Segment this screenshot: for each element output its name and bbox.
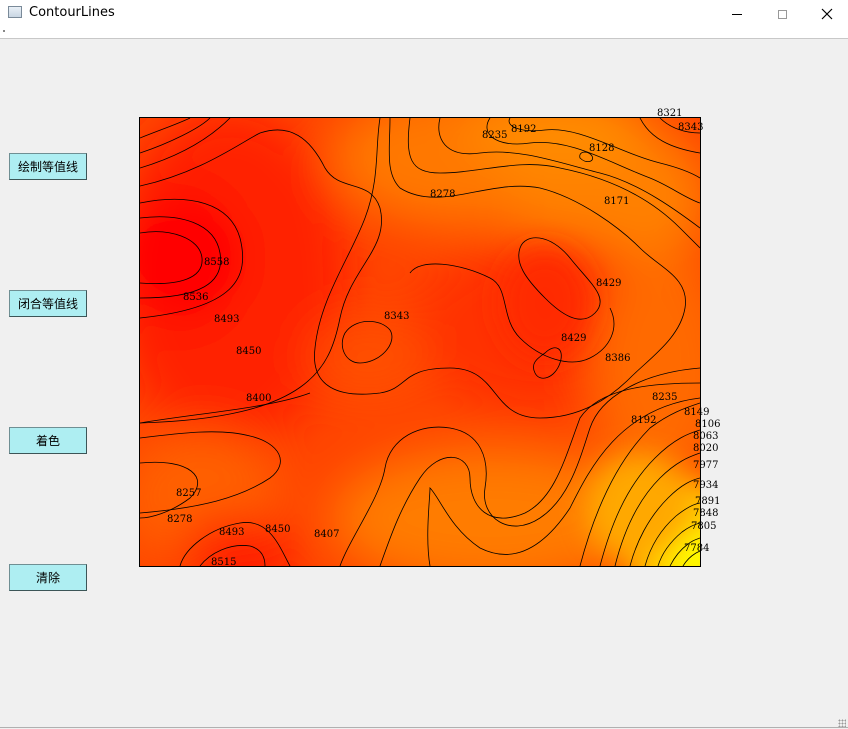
close-contour-button[interactable]: 闭合等值线	[9, 290, 87, 317]
close-icon	[821, 8, 833, 20]
contour-map	[140, 118, 700, 566]
draw-contour-button[interactable]: 绘制等值线	[9, 153, 87, 180]
menu-grip	[3, 30, 5, 32]
status-divider	[0, 727, 848, 728]
app-window-icon	[8, 6, 22, 18]
menu-bar	[0, 28, 848, 39]
color-fill-button[interactable]: 着色	[9, 427, 87, 454]
window-title: ContourLines	[29, 5, 115, 20]
minimize-icon	[732, 13, 742, 15]
maximize-button[interactable]	[759, 0, 805, 28]
minimize-button[interactable]	[714, 0, 760, 28]
close-button[interactable]	[804, 0, 848, 28]
clear-button[interactable]: 清除	[9, 564, 87, 591]
title-bar: ContourLines	[0, 0, 848, 28]
resize-grip-icon[interactable]	[838, 719, 846, 727]
maximize-icon	[777, 9, 787, 19]
contour-plot	[139, 117, 701, 567]
